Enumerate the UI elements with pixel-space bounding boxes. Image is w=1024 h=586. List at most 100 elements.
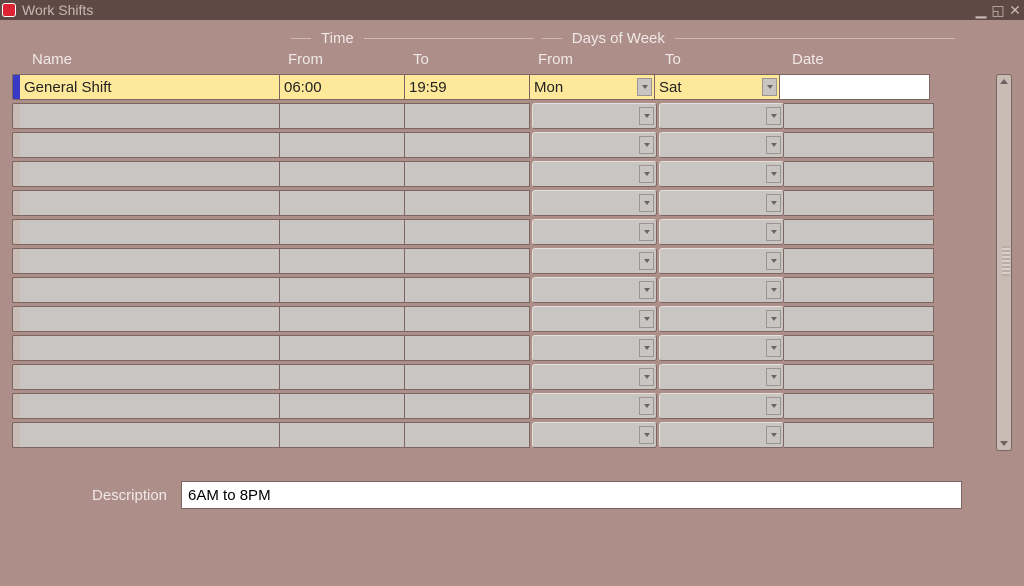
time-from-cell[interactable]: [280, 132, 405, 158]
chevron-down-icon[interactable]: [639, 165, 654, 183]
dow-from-cell[interactable]: [532, 248, 657, 274]
row-handle[interactable]: [12, 393, 20, 419]
time-to-cell[interactable]: [405, 335, 530, 361]
row-handle[interactable]: [12, 335, 20, 361]
chevron-down-icon[interactable]: [639, 107, 654, 125]
row-handle[interactable]: [12, 103, 20, 129]
row-handle[interactable]: [12, 422, 20, 448]
name-cell[interactable]: [20, 335, 280, 361]
name-cell[interactable]: [20, 103, 280, 129]
name-cell[interactable]: [20, 277, 280, 303]
dow-to-cell[interactable]: [659, 306, 784, 332]
row-handle[interactable]: [12, 364, 20, 390]
time-to-cell[interactable]: [405, 277, 530, 303]
chevron-down-icon[interactable]: [639, 426, 654, 444]
dow-to-cell[interactable]: [659, 132, 784, 158]
date-cell[interactable]: [784, 277, 934, 303]
time-from-cell[interactable]: [280, 103, 405, 129]
chevron-down-icon[interactable]: [766, 310, 781, 328]
time-to-cell[interactable]: 19:59: [405, 74, 530, 100]
date-cell[interactable]: [784, 306, 934, 332]
chevron-down-icon[interactable]: [639, 136, 654, 154]
chevron-down-icon[interactable]: [639, 339, 654, 357]
vertical-scrollbar[interactable]: [996, 74, 1012, 451]
chevron-down-icon[interactable]: [766, 136, 781, 154]
name-cell[interactable]: [20, 393, 280, 419]
chevron-down-icon[interactable]: [766, 339, 781, 357]
chevron-down-icon[interactable]: [639, 368, 654, 386]
time-from-cell[interactable]: [280, 335, 405, 361]
row-handle[interactable]: [12, 219, 20, 245]
time-from-cell[interactable]: [280, 306, 405, 332]
name-cell[interactable]: [20, 422, 280, 448]
name-cell[interactable]: General Shift: [20, 74, 280, 100]
chevron-down-icon[interactable]: [766, 194, 781, 212]
maximize-icon[interactable]: ◱: [991, 2, 1005, 19]
name-cell[interactable]: [20, 248, 280, 274]
dow-to-cell[interactable]: [659, 248, 784, 274]
dow-from-cell[interactable]: [532, 277, 657, 303]
time-to-cell[interactable]: [405, 364, 530, 390]
chevron-down-icon[interactable]: [766, 107, 781, 125]
chevron-down-icon[interactable]: [766, 281, 781, 299]
chevron-down-icon[interactable]: [639, 194, 654, 212]
time-to-cell[interactable]: [405, 132, 530, 158]
chevron-down-icon[interactable]: [766, 426, 781, 444]
time-from-cell[interactable]: [280, 422, 405, 448]
date-cell[interactable]: [784, 393, 934, 419]
dow-from-cell[interactable]: [532, 335, 657, 361]
dow-to-cell[interactable]: [659, 364, 784, 390]
dow-from-cell[interactable]: [532, 306, 657, 332]
time-to-cell[interactable]: [405, 393, 530, 419]
chevron-down-icon[interactable]: [762, 78, 777, 96]
time-from-cell[interactable]: [280, 190, 405, 216]
dow-to-cell[interactable]: [659, 190, 784, 216]
date-cell[interactable]: [784, 248, 934, 274]
chevron-down-icon[interactable]: [766, 397, 781, 415]
row-handle[interactable]: [12, 190, 20, 216]
dow-to-cell[interactable]: [659, 103, 784, 129]
date-cell[interactable]: [784, 132, 934, 158]
dow-from-cell[interactable]: Mon: [530, 74, 655, 100]
time-to-cell[interactable]: [405, 248, 530, 274]
date-cell[interactable]: [780, 74, 930, 100]
time-from-cell[interactable]: [280, 248, 405, 274]
scroll-grip[interactable]: [1002, 246, 1010, 276]
chevron-down-icon[interactable]: [766, 165, 781, 183]
time-to-cell[interactable]: [405, 103, 530, 129]
dow-to-cell[interactable]: [659, 335, 784, 361]
dow-to-cell[interactable]: Sat: [655, 74, 780, 100]
chevron-down-icon[interactable]: [766, 223, 781, 241]
name-cell[interactable]: [20, 219, 280, 245]
date-cell[interactable]: [784, 219, 934, 245]
dow-from-cell[interactable]: [532, 364, 657, 390]
date-cell[interactable]: [784, 161, 934, 187]
time-to-cell[interactable]: [405, 422, 530, 448]
dow-to-cell[interactable]: [659, 277, 784, 303]
name-cell[interactable]: [20, 306, 280, 332]
dow-from-cell[interactable]: [532, 103, 657, 129]
description-input[interactable]: 6AM to 8PM: [181, 481, 962, 509]
chevron-down-icon[interactable]: [639, 281, 654, 299]
dow-to-cell[interactable]: [659, 422, 784, 448]
dow-to-cell[interactable]: [659, 161, 784, 187]
date-cell[interactable]: [784, 190, 934, 216]
time-from-cell[interactable]: [280, 219, 405, 245]
dow-to-cell[interactable]: [659, 393, 784, 419]
time-from-cell[interactable]: 06:00: [280, 74, 405, 100]
chevron-down-icon[interactable]: [766, 368, 781, 386]
chevron-down-icon[interactable]: [639, 252, 654, 270]
dow-from-cell[interactable]: [532, 393, 657, 419]
name-cell[interactable]: [20, 132, 280, 158]
row-handle[interactable]: [12, 74, 20, 100]
dow-from-cell[interactable]: [532, 132, 657, 158]
dow-from-cell[interactable]: [532, 422, 657, 448]
chevron-down-icon[interactable]: [639, 223, 654, 241]
scroll-up-icon[interactable]: [1000, 79, 1008, 84]
scroll-down-icon[interactable]: [1000, 441, 1008, 446]
date-cell[interactable]: [784, 335, 934, 361]
time-from-cell[interactable]: [280, 393, 405, 419]
name-cell[interactable]: [20, 364, 280, 390]
chevron-down-icon[interactable]: [639, 310, 654, 328]
chevron-down-icon[interactable]: [639, 397, 654, 415]
